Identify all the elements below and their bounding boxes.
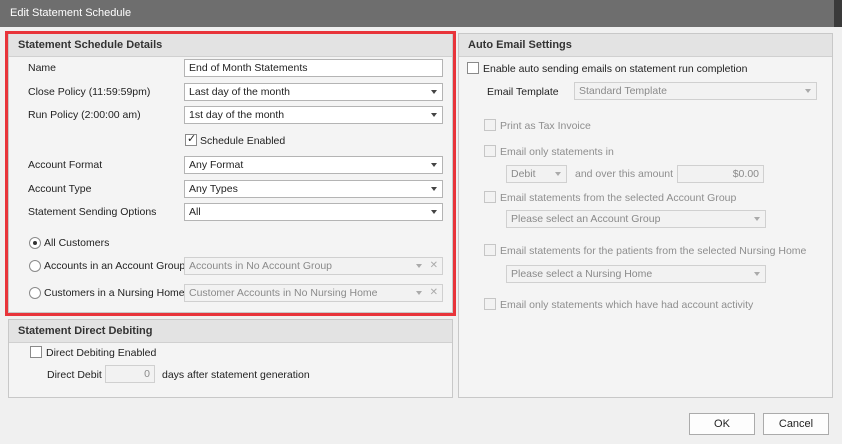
account-type-value: Any Types	[189, 183, 238, 195]
account-group-radio[interactable]	[29, 260, 41, 272]
account-format-label: Account Format	[28, 159, 103, 171]
debit-select[interactable]: Debit	[506, 165, 567, 183]
nursing-home-email-select[interactable]: Please select a Nursing Home	[506, 265, 766, 283]
nursing-home-email-checkbox[interactable]	[484, 244, 496, 256]
chevron-down-icon[interactable]	[754, 272, 760, 276]
enable-auto-email-label[interactable]: Enable auto sending emails on statement …	[483, 63, 747, 75]
direct-debit-label: Direct Debit	[47, 369, 102, 381]
sending-options-label: Statement Sending Options	[28, 206, 157, 218]
chevron-down-icon[interactable]	[805, 89, 811, 93]
account-format-select[interactable]: Any Format	[184, 156, 443, 174]
chevron-down-icon[interactable]	[431, 210, 437, 214]
account-type-select[interactable]: Any Types	[184, 180, 443, 198]
account-group-radio-label[interactable]: Accounts in an Account Group	[44, 260, 185, 272]
direct-debit-suffix: days after statement generation	[162, 369, 310, 381]
clear-icon[interactable]: ✕	[430, 285, 438, 301]
email-template-label: Email Template	[487, 86, 559, 98]
window-titlebar: Edit Statement Schedule	[0, 0, 842, 27]
all-customers-radio[interactable]	[29, 237, 41, 249]
chevron-down-icon[interactable]	[416, 291, 422, 295]
tax-invoice-label[interactable]: Print as Tax Invoice	[500, 120, 591, 132]
chevron-down-icon[interactable]	[431, 113, 437, 117]
only-statements-in-checkbox[interactable]	[484, 145, 496, 157]
schedule-enabled-label[interactable]: Schedule Enabled	[200, 135, 285, 147]
sending-options-value: All	[189, 206, 201, 218]
nursing-home-select[interactable]: Customer Accounts in No Nursing Home ✕	[184, 284, 443, 302]
chevron-down-icon[interactable]	[555, 172, 561, 176]
account-format-value: Any Format	[189, 159, 244, 171]
tax-invoice-checkbox[interactable]	[484, 119, 496, 131]
schedule-details-header: Statement Schedule Details	[9, 34, 452, 57]
account-group-select[interactable]: Accounts in No Account Group ✕	[184, 257, 443, 275]
run-policy-value: 1st day of the month	[189, 109, 285, 121]
nursing-home-email-label[interactable]: Email statements for the patients from t…	[500, 245, 806, 257]
over-amount-label: and over this amount	[575, 168, 674, 180]
only-statements-in-label[interactable]: Email only statements in	[500, 146, 614, 158]
close-policy-select[interactable]: Last day of the month	[184, 83, 443, 101]
chevron-down-icon[interactable]	[416, 264, 422, 268]
account-group-email-select[interactable]: Please select an Account Group	[506, 210, 766, 228]
run-policy-label: Run Policy (2:00:00 am)	[28, 109, 141, 121]
email-template-value: Standard Template	[579, 85, 667, 97]
direct-debit-days-value: 0	[144, 368, 150, 380]
account-activity-checkbox[interactable]	[484, 298, 496, 310]
name-input[interactable]: End of Month Statements	[184, 59, 443, 77]
close-policy-value: Last day of the month	[189, 86, 290, 98]
name-label: Name	[28, 62, 57, 74]
direct-debiting-checkbox[interactable]	[30, 346, 42, 358]
email-template-select[interactable]: Standard Template	[574, 82, 817, 100]
clear-icon[interactable]: ✕	[430, 258, 438, 274]
close-policy-label: Close Policy (11:59:59pm)	[28, 86, 151, 98]
chevron-down-icon[interactable]	[431, 90, 437, 94]
enable-auto-email-checkbox[interactable]	[467, 62, 479, 74]
account-activity-label[interactable]: Email only statements which have had acc…	[500, 299, 753, 311]
cancel-button[interactable]: Cancel	[763, 413, 829, 435]
ok-button[interactable]: OK	[689, 413, 755, 435]
sending-options-select[interactable]: All	[184, 203, 443, 221]
nursing-home-value: Customer Accounts in No Nursing Home	[189, 287, 378, 299]
nursing-home-radio-label[interactable]: Customers in a Nursing Home	[44, 287, 185, 299]
schedule-enabled-checkbox[interactable]: ✓	[185, 133, 197, 146]
window-title: Edit Statement Schedule	[10, 7, 132, 19]
direct-debit-days-input[interactable]: 0	[105, 365, 155, 383]
account-type-label: Account Type	[28, 183, 92, 195]
all-customers-label[interactable]: All Customers	[44, 237, 109, 249]
auto-email-header: Auto Email Settings	[459, 34, 832, 57]
amount-input[interactable]: $0.00	[677, 165, 764, 183]
amount-value: $0.00	[732, 168, 759, 180]
account-group-email-placeholder: Please select an Account Group	[511, 213, 661, 225]
nursing-home-email-placeholder: Please select a Nursing Home	[511, 268, 653, 280]
chevron-down-icon[interactable]	[754, 217, 760, 221]
account-group-email-checkbox[interactable]	[484, 191, 496, 203]
radio-selected-dot	[33, 241, 37, 245]
account-group-email-label[interactable]: Email statements from the selected Accou…	[500, 192, 736, 204]
direct-debiting-header: Statement Direct Debiting	[9, 320, 452, 343]
chevron-down-icon[interactable]	[431, 163, 437, 167]
nursing-home-radio[interactable]	[29, 287, 41, 299]
titlebar-edge	[834, 0, 842, 27]
account-group-value: Accounts in No Account Group	[189, 260, 332, 272]
direct-debiting-label[interactable]: Direct Debiting Enabled	[46, 347, 156, 359]
chevron-down-icon[interactable]	[431, 187, 437, 191]
run-policy-select[interactable]: 1st day of the month	[184, 106, 443, 124]
checkmark-icon: ✓	[187, 133, 197, 145]
debit-value: Debit	[511, 168, 536, 180]
